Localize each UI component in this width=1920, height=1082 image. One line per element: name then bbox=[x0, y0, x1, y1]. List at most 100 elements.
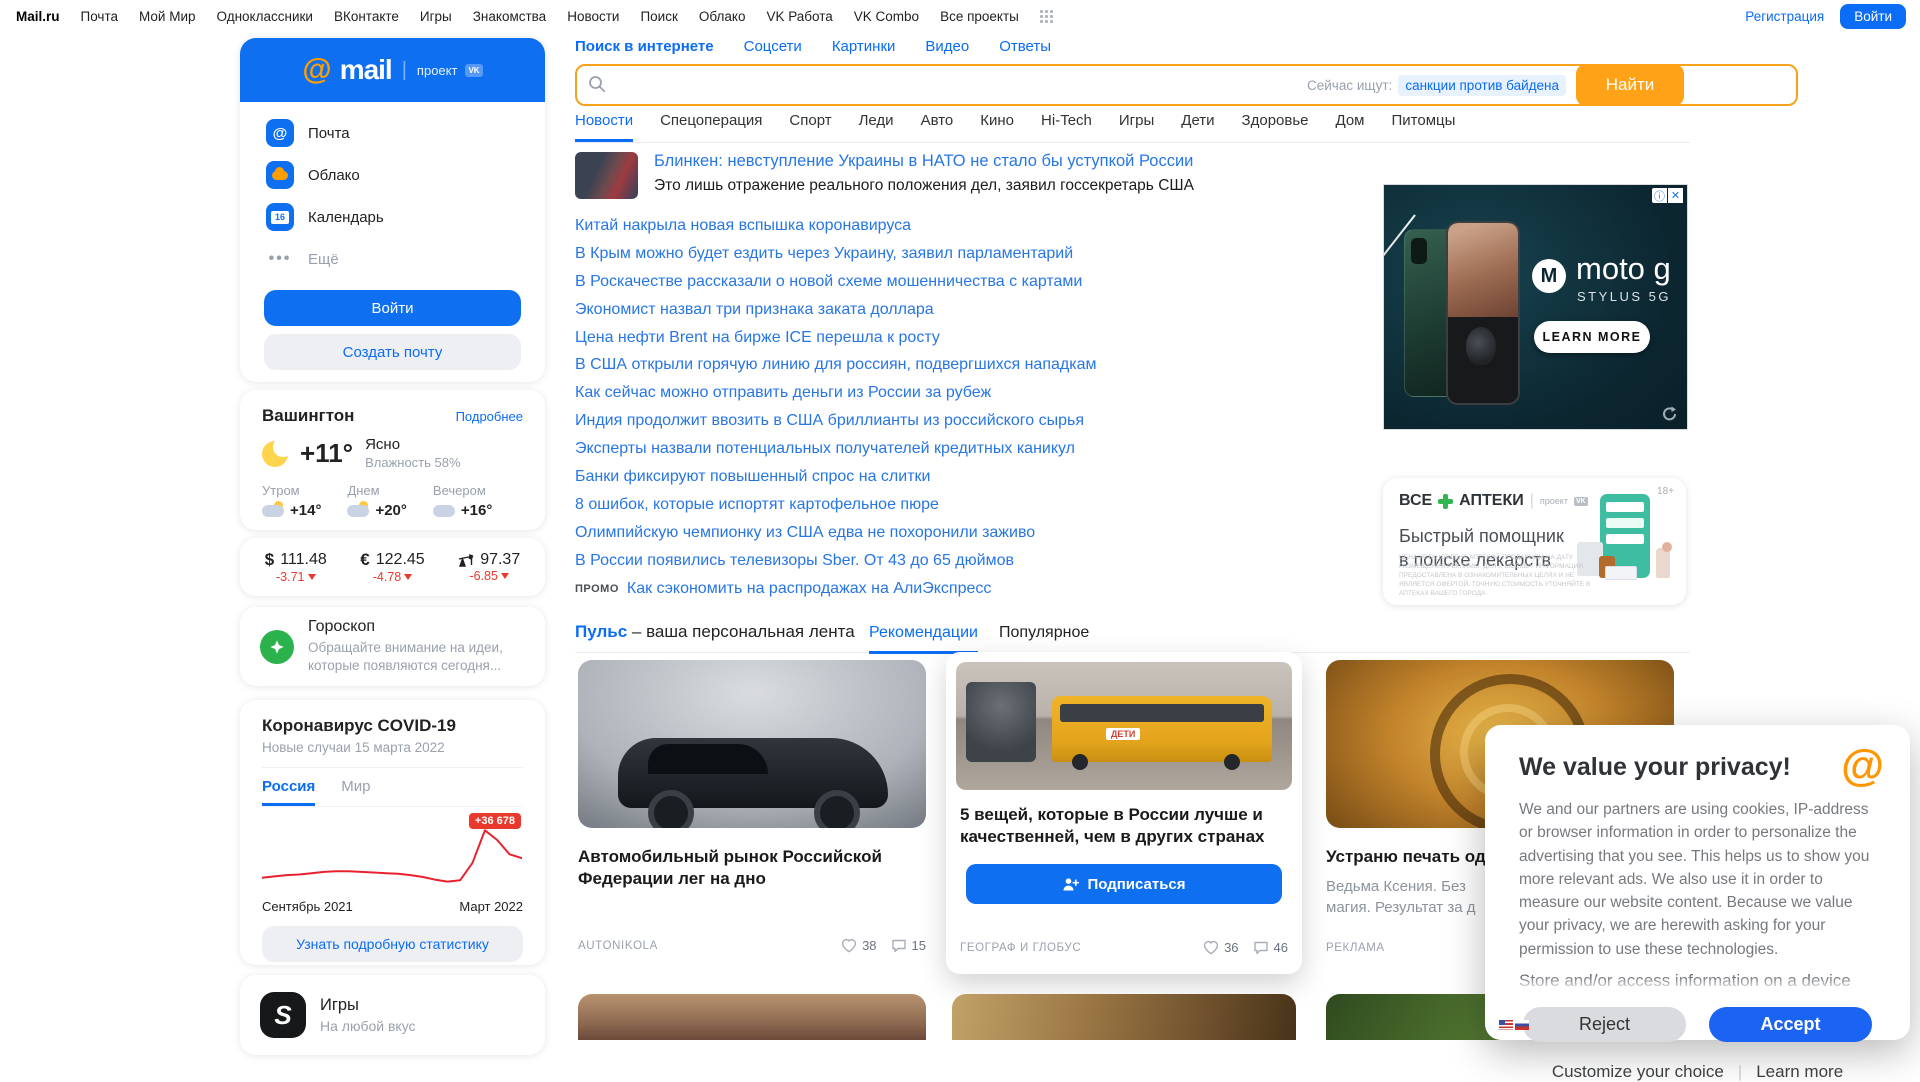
horoscope-widget[interactable]: Гороскоп Обращайте внимание на идеи, кот… bbox=[240, 607, 545, 686]
search-tab-answers[interactable]: Ответы bbox=[999, 38, 1051, 55]
news-item[interactable]: Эксперты назвали потенциальных получател… bbox=[575, 440, 1075, 458]
pulse-card-title[interactable]: 5 вещей, которые в России лучше и качест… bbox=[960, 804, 1290, 848]
login-button-top[interactable]: Войти bbox=[1840, 4, 1906, 29]
nav-oblako[interactable]: Облако bbox=[699, 9, 746, 24]
news-item[interactable]: Цена нефти Brent на бирже ICE перешла к … bbox=[575, 329, 940, 347]
apps-grid-icon[interactable] bbox=[1040, 10, 1053, 23]
customize-choice-link[interactable]: Customize your choice bbox=[1552, 1062, 1724, 1082]
search-submit-button[interactable]: Найти bbox=[1576, 64, 1684, 106]
games-widget[interactable]: S Игры На любой вкус bbox=[240, 975, 545, 1055]
heart-icon bbox=[841, 938, 857, 953]
pulse-card-elevated[interactable]: ДЕТИ 5 вещей, которые в России лучше и к… bbox=[946, 652, 1302, 974]
news-tab-deti[interactable]: Дети bbox=[1181, 112, 1214, 142]
covid-title: Коронавирус COVID-19 bbox=[262, 716, 523, 736]
sidebar-item-calendar[interactable]: 16 Календарь bbox=[240, 196, 545, 238]
now-searching-query[interactable]: санкции против байдена bbox=[1398, 75, 1566, 96]
search-tab-images[interactable]: Картинки bbox=[832, 38, 896, 55]
ad-cta-button[interactable]: LEARN MORE bbox=[1534, 321, 1650, 353]
language-flag-icon[interactable] bbox=[1499, 1020, 1529, 1030]
news-item[interactable]: Олимпийскую чемпионку из США едва не пох… bbox=[575, 524, 1035, 542]
news-item[interactable]: Банки фиксируют повышенный спрос на слит… bbox=[575, 468, 930, 486]
pulse-card-source[interactable]: AUTONIKOLA bbox=[578, 940, 658, 952]
sidebar-item-more[interactable]: ••• Ещё bbox=[240, 238, 545, 280]
news-tab-ledi[interactable]: Леди bbox=[859, 112, 894, 142]
nav-odnoklassniki[interactable]: Одноклассники bbox=[217, 9, 313, 24]
covid-tab-world[interactable]: Мир bbox=[341, 778, 370, 806]
lead-news[interactable]: Блинкен: невступление Украины в НАТО не … bbox=[575, 152, 1475, 204]
sidebar-login-button[interactable]: Войти bbox=[264, 290, 521, 326]
sidebar-item-mail[interactable]: @ Почта bbox=[240, 112, 545, 154]
promo-news-item[interactable]: Как сэкономить на распродажах на АлиЭксп… bbox=[627, 580, 992, 598]
pulse-tab-recommendations[interactable]: Рекомендации bbox=[869, 624, 978, 654]
search-tab-web[interactable]: Поиск в интернете bbox=[575, 38, 714, 55]
nav-vk-rabota[interactable]: VK Работа bbox=[766, 9, 832, 24]
like-button[interactable]: 36 bbox=[1203, 940, 1238, 955]
comments-button[interactable]: 46 bbox=[1253, 940, 1288, 955]
covid-tab-russia[interactable]: Россия bbox=[262, 778, 315, 806]
accept-button[interactable]: Accept bbox=[1709, 1007, 1872, 1042]
pulse-card[interactable]: Автомобильный рынок Российской Федерации… bbox=[578, 660, 926, 960]
news-item[interactable]: 8 ошибок, которые испортят картофельное … bbox=[575, 496, 939, 514]
news-tab-dom[interactable]: Дом bbox=[1336, 112, 1365, 142]
currency-widget[interactable]: $111.48 -3.71 €122.45 -4.78 97.37 -6.85 bbox=[240, 538, 545, 596]
ad-refresh-icon[interactable] bbox=[1661, 405, 1679, 423]
news-item[interactable]: В США открыли горячую линию для россиян,… bbox=[575, 356, 1096, 374]
learn-more-link[interactable]: Learn more bbox=[1756, 1062, 1843, 1082]
news-tab-pitomcy[interactable]: Питомцы bbox=[1392, 112, 1456, 142]
weather-more-link[interactable]: Подробнее bbox=[456, 409, 523, 424]
create-mail-button[interactable]: Создать почту bbox=[264, 334, 521, 370]
subscribe-button[interactable]: Подписаться bbox=[966, 864, 1282, 904]
horoscope-icon bbox=[260, 630, 294, 664]
weather-widget[interactable]: Вашингтон Подробнее +11° Ясно Влажность … bbox=[240, 390, 545, 530]
apteki-brand-left: ВСЕ bbox=[1399, 492, 1432, 510]
news-item[interactable]: В Роскачестве рассказали о новой схеме м… bbox=[575, 273, 1082, 291]
pulse-card-image-painting[interactable] bbox=[952, 994, 1296, 1040]
register-link[interactable]: Регистрация bbox=[1745, 9, 1824, 24]
privacy-title: We value your privacy! bbox=[1519, 753, 1876, 782]
news-tab-specoperacia[interactable]: Спецоперация bbox=[660, 112, 762, 142]
nav-mailru[interactable]: Mail.ru bbox=[16, 9, 60, 24]
lead-news-title[interactable]: Блинкен: невступление Украины в НАТО не … bbox=[654, 152, 1194, 171]
pulse-card-source[interactable]: ГЕОГРАФ И ГЛОБУС bbox=[960, 942, 1081, 954]
nav-vk-combo[interactable]: VK Combo bbox=[854, 9, 919, 24]
nav-poisk[interactable]: Поиск bbox=[640, 9, 677, 24]
nav-all-projects[interactable]: Все проекты bbox=[940, 9, 1019, 24]
search-tab-video[interactable]: Видео bbox=[925, 38, 969, 55]
news-item[interactable]: В России появились телевизоры Sber. От 4… bbox=[575, 552, 1014, 570]
mail-logo-header[interactable]: @ mail | проект VK bbox=[240, 38, 545, 102]
calendar-icon: 16 bbox=[266, 203, 294, 231]
nav-pochta[interactable]: Почта bbox=[81, 9, 119, 24]
pulse-tab-popular[interactable]: Популярное bbox=[999, 624, 1089, 642]
news-tab-hitech[interactable]: Hi-Tech bbox=[1041, 112, 1092, 142]
pulse-title[interactable]: Пульс bbox=[575, 622, 627, 641]
nav-novosti[interactable]: Новости bbox=[567, 9, 619, 24]
sidebar-item-cloud[interactable]: Облако bbox=[240, 154, 545, 196]
comments-button[interactable]: 15 bbox=[891, 938, 926, 953]
nav-igry[interactable]: Игры bbox=[420, 9, 452, 24]
pulse-card-title[interactable]: Автомобильный рынок Российской Федерации… bbox=[578, 846, 908, 890]
ad-info-icon[interactable]: ⓘ bbox=[1652, 188, 1667, 203]
nav-znakomstva[interactable]: Знакомства bbox=[473, 9, 546, 24]
news-tab-avto[interactable]: Авто bbox=[921, 112, 954, 142]
search-tab-social[interactable]: Соцсети bbox=[744, 38, 802, 55]
news-item[interactable]: Китай накрыла новая вспышка коронавируса bbox=[575, 217, 911, 235]
reject-button[interactable]: Reject bbox=[1523, 1007, 1686, 1042]
display-ad-moto[interactable]: ⓘ ✕ M moto g STYLUS 5G LEARN MORE bbox=[1383, 184, 1688, 430]
news-tab-igry[interactable]: Игры bbox=[1119, 112, 1154, 142]
pulse-card-image-portrait[interactable] bbox=[578, 994, 926, 1040]
nav-vkontakte[interactable]: ВКонтакте bbox=[334, 9, 399, 24]
news-tab-kino[interactable]: Кино bbox=[980, 112, 1014, 142]
ad-close-icon[interactable]: ✕ bbox=[1668, 188, 1683, 203]
covid-stats-button[interactable]: Узнать подробную статистику bbox=[262, 926, 523, 962]
news-item[interactable]: Индия продолжит ввозить в США бриллианты… bbox=[575, 412, 1084, 430]
like-button[interactable]: 38 bbox=[841, 938, 876, 953]
news-item[interactable]: В Крым можно будет ездить через Украину,… bbox=[575, 245, 1073, 263]
news-item[interactable]: Экономист назвал три признака заката дол… bbox=[575, 301, 934, 319]
news-tab-novosti[interactable]: Новости bbox=[575, 112, 633, 142]
news-tab-zdorovie[interactable]: Здоровье bbox=[1242, 112, 1309, 142]
display-ad-apteki[interactable]: ВСЕ АПТЕКИ | проект VK 18+ Быстрый помощ… bbox=[1383, 478, 1686, 605]
news-item[interactable]: Как сейчас можно отправить деньги из Рос… bbox=[575, 384, 991, 402]
comment-icon bbox=[1253, 940, 1269, 955]
news-tab-sport[interactable]: Спорт bbox=[789, 112, 831, 142]
nav-moymir[interactable]: Мой Мир bbox=[139, 9, 196, 24]
